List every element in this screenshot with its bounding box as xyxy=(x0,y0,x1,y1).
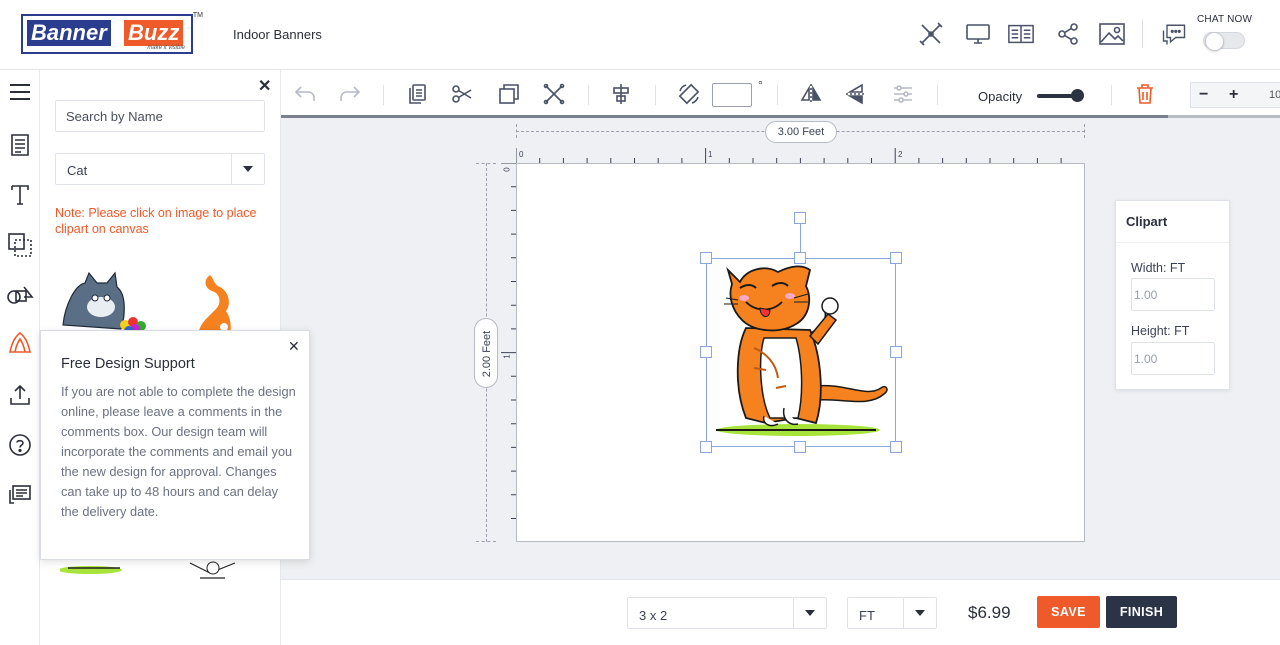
size-select[interactable]: 3 x 2 xyxy=(627,597,827,629)
design-tools-icon[interactable] xyxy=(917,20,945,48)
clipart-note: Note: Please click on image to place cli… xyxy=(55,206,257,236)
rotate-icon[interactable] xyxy=(677,82,701,106)
unit-select[interactable]: FT xyxy=(847,597,937,629)
unit-value: FT xyxy=(859,608,875,623)
height-dimension-label: 2.00 Feet xyxy=(474,318,498,388)
width-input[interactable] xyxy=(1131,278,1215,311)
adjust-icon[interactable] xyxy=(891,82,915,106)
background-icon[interactable] xyxy=(5,230,35,260)
degree-symbol: ° xyxy=(758,78,763,92)
panel-close-icon[interactable]: ✕ xyxy=(258,76,271,96)
zoom-in-button[interactable]: + xyxy=(1229,86,1238,104)
resize-handle-n[interactable] xyxy=(794,252,806,264)
specs-icon[interactable] xyxy=(1007,20,1035,48)
left-icon-bar xyxy=(0,70,40,645)
resize-handle-nw[interactable] xyxy=(700,252,712,264)
zoom-out-button[interactable]: − xyxy=(1199,86,1208,104)
editor-toolbar: ° Opacity − + 100 xyxy=(281,70,1280,118)
clipart-icon[interactable] xyxy=(5,328,35,358)
height-dimension-text: 2.00 Feet xyxy=(481,330,493,378)
height-input[interactable] xyxy=(1131,342,1215,375)
delete-icon[interactable] xyxy=(1133,82,1157,106)
logo-tagline: make it visible xyxy=(147,45,185,51)
resize-handle-ne[interactable] xyxy=(890,252,902,264)
rotation-input[interactable] xyxy=(712,83,752,107)
width-label: Width: FT xyxy=(1131,261,1186,275)
chevron-down-icon[interactable] xyxy=(793,598,826,628)
shapes-icon[interactable] xyxy=(5,280,35,310)
menu-icon[interactable] xyxy=(5,77,35,107)
duplicate-icon[interactable] xyxy=(497,82,521,106)
page-title: Indoor Banners xyxy=(233,27,322,42)
align-icon[interactable] xyxy=(609,82,633,106)
width-dimension-label: 3.00 Feet xyxy=(765,121,837,143)
undo-icon[interactable] xyxy=(293,82,317,106)
support-body: If you are not able to complete the desi… xyxy=(61,384,296,519)
selection-box xyxy=(706,258,896,447)
flip-horizontal-icon[interactable] xyxy=(799,82,823,106)
resize-handle-e[interactable] xyxy=(890,346,902,358)
chat-now-label: CHAT NOW xyxy=(1197,14,1253,25)
cut-icon[interactable] xyxy=(450,82,474,106)
props-title: Clipart xyxy=(1126,214,1168,229)
horizontal-ruler xyxy=(516,148,1062,163)
chat-icon[interactable] xyxy=(1160,20,1188,48)
help-icon[interactable] xyxy=(5,430,35,460)
ruler-h-2: 2 xyxy=(898,150,903,159)
clipart-properties-panel: Clipart Width: FT Height: FT xyxy=(1115,200,1230,390)
clipart-thumb-orange-cat[interactable] xyxy=(180,275,240,335)
free-design-support-popup: Free Design Support ✕ If you are not abl… xyxy=(40,330,310,560)
flip-vertical-icon[interactable] xyxy=(844,82,868,106)
vertical-ruler xyxy=(501,163,516,519)
share-icon[interactable] xyxy=(1054,20,1082,48)
copy-icon[interactable] xyxy=(405,82,429,106)
support-close-icon[interactable]: ✕ xyxy=(288,338,300,355)
height-label: Height: FT xyxy=(1131,324,1190,338)
toolbar-underline xyxy=(281,115,1168,118)
crop-icon[interactable] xyxy=(542,82,566,106)
resize-handle-sw[interactable] xyxy=(700,441,712,453)
clipart-thumb-row[interactable] xyxy=(60,558,260,588)
redo-icon[interactable] xyxy=(338,82,362,106)
zoom-control: − + xyxy=(1190,82,1280,108)
logo-tm: TM xyxy=(192,12,203,19)
resize-handle-se[interactable] xyxy=(890,441,902,453)
ruler-h-1: 1 xyxy=(708,150,713,159)
logo-word-buzz: Buzz xyxy=(124,20,184,46)
support-title: Free Design Support xyxy=(61,356,195,372)
opacity-slider-handle[interactable] xyxy=(1071,89,1084,102)
save-button[interactable]: SAVE xyxy=(1037,596,1100,628)
header-divider xyxy=(1142,20,1143,48)
rotate-handle[interactable] xyxy=(794,212,806,224)
ruler-v-1: 1 xyxy=(502,354,512,359)
chevron-down-icon[interactable] xyxy=(231,154,264,184)
comments-icon[interactable] xyxy=(5,480,35,510)
templates-icon[interactable] xyxy=(5,130,35,160)
text-icon[interactable] xyxy=(5,180,35,210)
zoom-value: 100 xyxy=(1269,89,1280,101)
resize-handle-w[interactable] xyxy=(700,346,712,358)
chat-toggle[interactable] xyxy=(1203,32,1245,51)
opacity-label: Opacity xyxy=(978,89,1023,104)
category-value: Cat xyxy=(67,163,88,178)
price: $6.99 xyxy=(968,603,1011,622)
clipart-search-input[interactable] xyxy=(55,100,265,132)
clipart-category-select[interactable]: Cat xyxy=(55,153,265,185)
upload-icon[interactable] xyxy=(5,380,35,410)
chevron-down-icon[interactable] xyxy=(903,598,936,628)
footer-bar: 3 x 2 FT $6.99 SAVE FINISH xyxy=(281,579,1280,645)
image-icon[interactable] xyxy=(1098,20,1126,48)
resize-handle-s[interactable] xyxy=(794,441,806,453)
size-value: 3 x 2 xyxy=(639,608,668,623)
finish-button[interactable]: FINISH xyxy=(1106,596,1177,628)
header: Banner Buzz make it visible TM Indoor Ba… xyxy=(0,0,1280,70)
bannerbuzz-logo[interactable]: Banner Buzz make it visible TM xyxy=(21,12,203,54)
preview-icon[interactable] xyxy=(964,20,992,48)
logo-word-banner: Banner xyxy=(27,20,111,46)
ruler-h-0: 0 xyxy=(519,150,524,159)
ruler-v-0: 0 xyxy=(502,167,512,172)
